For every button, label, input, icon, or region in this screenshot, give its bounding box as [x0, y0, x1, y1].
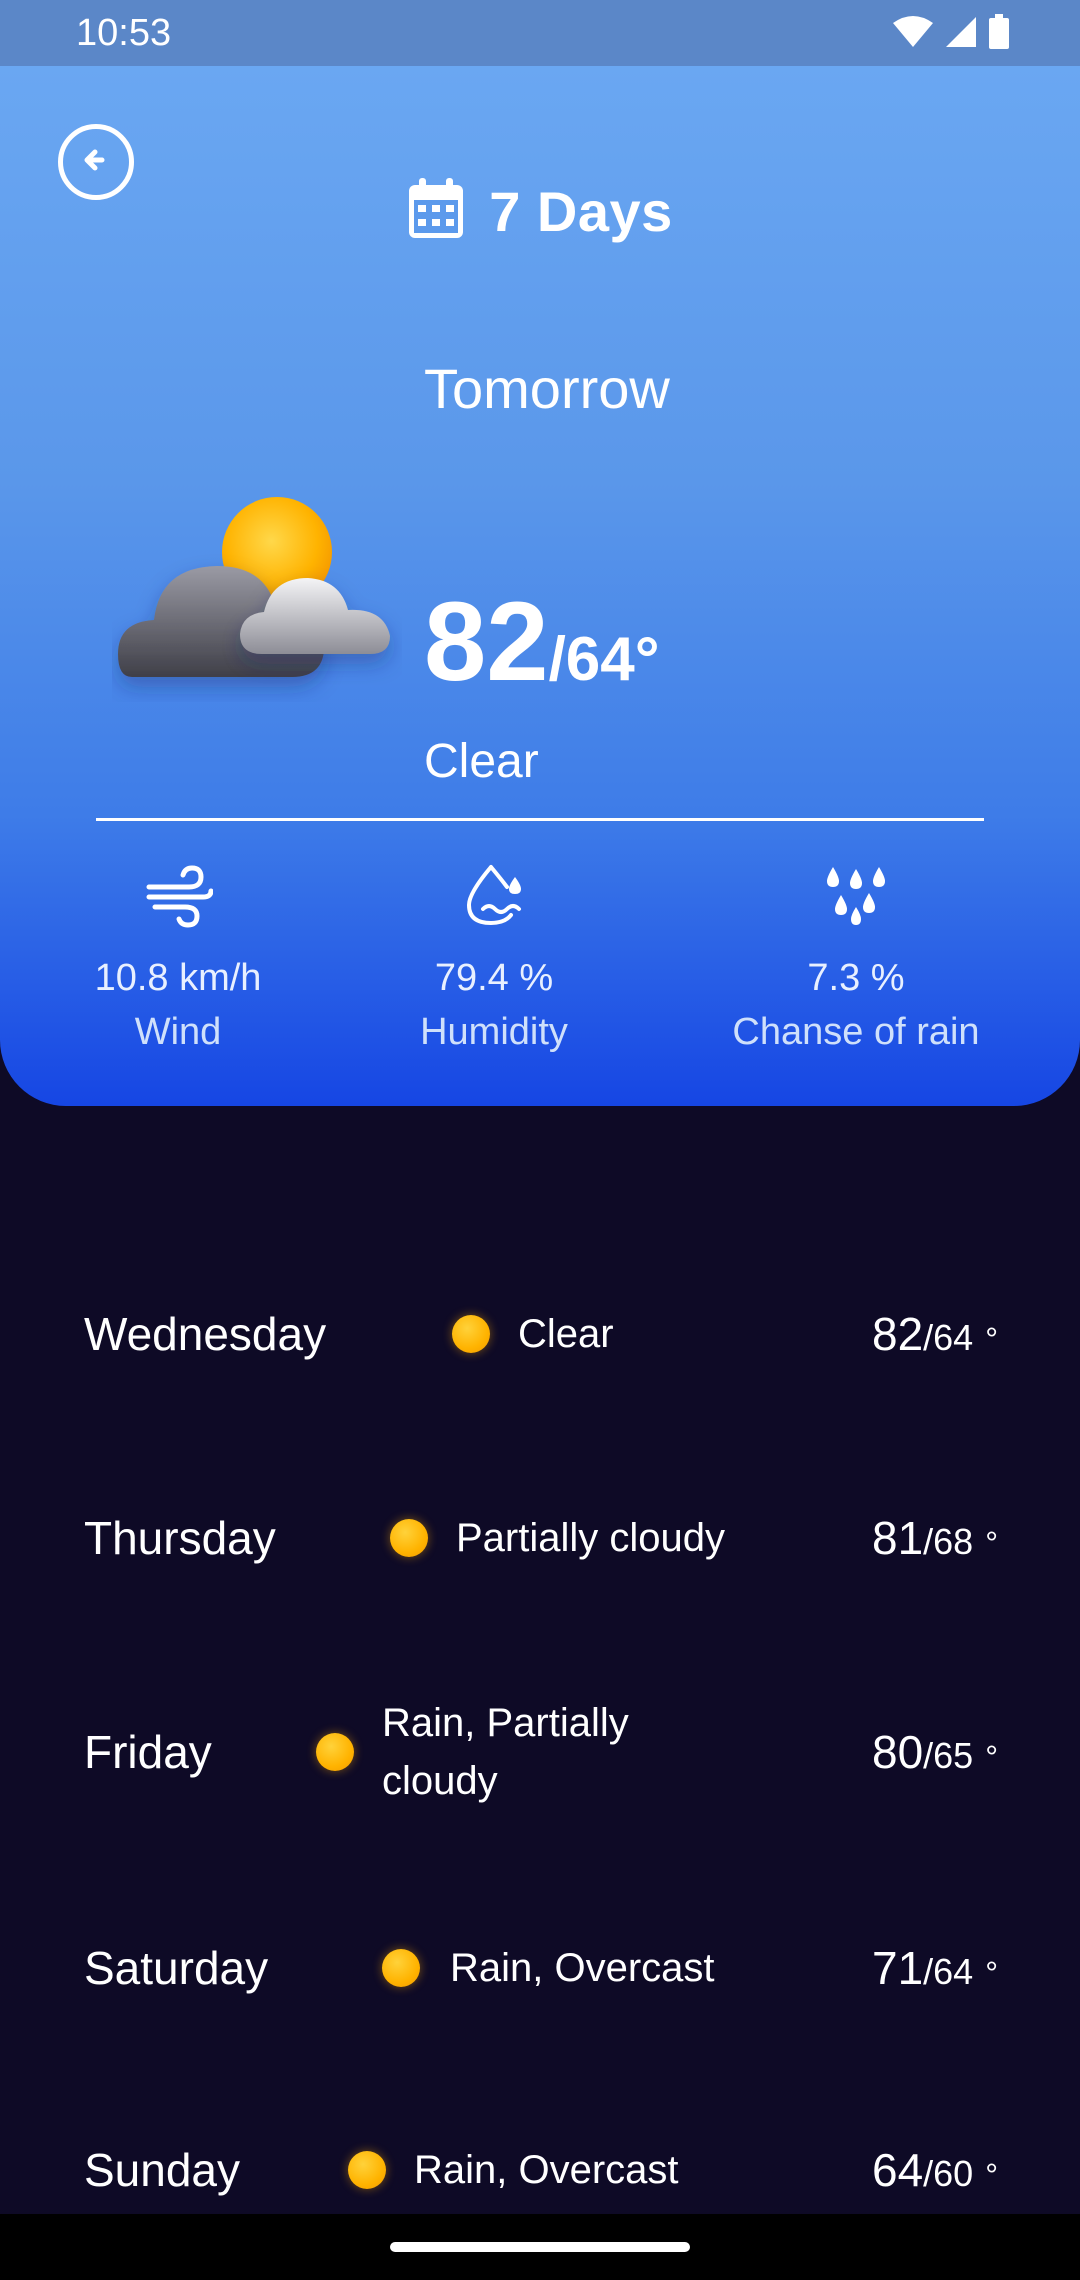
forecast-temperature: 71 /64 °: [872, 1941, 998, 1995]
status-bar: 10:53: [0, 0, 1080, 66]
forecast-high: 71: [871, 1942, 924, 1994]
stat-wind: 10.8 km/h Wind: [0, 856, 358, 1055]
forecast-temperature: 80 /65 °: [872, 1725, 998, 1779]
forecast-day: Thursday: [84, 1512, 276, 1564]
status-time: 10:53: [76, 12, 172, 54]
forecast-day: Saturday: [84, 1942, 269, 1994]
today-weather-card: 7 Days Tomorrow 82 /64° Clear 10.8 km/h …: [0, 66, 1080, 1106]
sun-icon: [390, 1519, 428, 1557]
forecast-row-friday[interactable]: Friday Rain, Partially cloudy 80 /65 °: [0, 1692, 1080, 1812]
humidity-label: Humidity: [420, 1010, 568, 1053]
degree-symbol: °: [985, 1525, 998, 1561]
forecast-day: Friday: [84, 1726, 212, 1778]
humidity-icon: [314, 856, 674, 936]
stat-humidity: 79.4 % Humidity: [314, 856, 674, 1055]
sun-icon: [382, 1949, 420, 1987]
battery-icon: [988, 14, 1010, 55]
humidity-value: 79.4 %: [434, 957, 554, 999]
today-condition: Clear: [424, 735, 539, 788]
forecast-condition: Partially cloudy: [456, 1516, 726, 1560]
temp-low: /64°: [548, 625, 660, 694]
today-temperature: 82 /64°: [424, 586, 660, 698]
forecast-temperature: 81 /68 °: [872, 1511, 998, 1565]
forecast-condition-line1: Rain, Partially: [382, 1701, 629, 1745]
sun-behind-clouds-icon: [112, 482, 402, 702]
rain-chance-value: 7.3 %: [807, 957, 905, 999]
system-nav-bar: [0, 2214, 1080, 2280]
forecast-temperature: 64 /60 °: [872, 2143, 998, 2197]
day-label: Tomorrow: [424, 357, 670, 420]
forecast-high: 80: [871, 1726, 924, 1778]
degree-symbol: °: [985, 1321, 998, 1357]
forecast-row-thursday[interactable]: Thursday Partially cloudy 81 /68 °: [0, 1478, 1080, 1598]
forecast-condition: Rain, Partially cloudy: [382, 1694, 629, 1810]
calendar-icon: [407, 178, 465, 245]
forecast-low: /64: [923, 1317, 974, 1358]
forecast-high: 82: [871, 1308, 924, 1360]
forecast-row-sunday[interactable]: Sunday Rain, Overcast 64 /60 °: [0, 2110, 1080, 2230]
wifi-icon: [892, 15, 934, 54]
temp-high: 82: [424, 579, 549, 704]
forecast-low: /65: [923, 1735, 974, 1776]
forecast-low: /68: [923, 1521, 974, 1562]
stat-rain-chance: 7.3 % Chanse of rain: [676, 856, 1036, 1055]
status-icons: [892, 14, 1010, 55]
forecast-low: /60: [923, 2153, 974, 2194]
forecast-high: 64: [871, 2144, 924, 2196]
home-gesture-handle[interactable]: [390, 2242, 690, 2252]
forecast-condition: Rain, Overcast: [414, 2148, 679, 2192]
forecast-condition: Clear: [518, 1312, 614, 1356]
divider: [96, 818, 984, 821]
degree-symbol: °: [985, 1739, 998, 1775]
wind-label: Wind: [134, 1010, 222, 1053]
forecast-day: Sunday: [84, 2144, 241, 2196]
forecast-row-wednesday[interactable]: Wednesday Clear 82 /64 °: [0, 1274, 1080, 1394]
degree-symbol: °: [985, 2157, 998, 2193]
degree-symbol: °: [985, 1955, 998, 1991]
forecast-condition: Rain, Overcast: [450, 1946, 715, 1990]
wind-icon: [0, 856, 358, 936]
sun-icon: [348, 2151, 386, 2189]
signal-icon: [944, 15, 978, 54]
wind-value: 10.8 km/h: [94, 957, 262, 999]
forecast-row-saturday[interactable]: Saturday Rain, Overcast 71 /64 °: [0, 1908, 1080, 2028]
forecast-condition-line2: cloudy: [382, 1759, 498, 1803]
weather-stats: 10.8 km/h Wind 79.4 % Humidity 7.3 % Cha…: [0, 856, 1080, 1076]
sun-icon: [316, 1733, 354, 1771]
page-header: 7 Days: [0, 178, 1080, 245]
rain-chance-label: Chanse of rain: [732, 1010, 980, 1053]
rain-drops-icon: [676, 856, 1036, 936]
forecast-day: Wednesday: [84, 1308, 327, 1360]
forecast-temperature: 82 /64 °: [872, 1307, 998, 1361]
sun-icon: [452, 1315, 490, 1353]
forecast-low: /64: [923, 1951, 974, 1992]
forecast-high: 81: [871, 1512, 924, 1564]
page-title: 7 Days: [489, 180, 673, 243]
